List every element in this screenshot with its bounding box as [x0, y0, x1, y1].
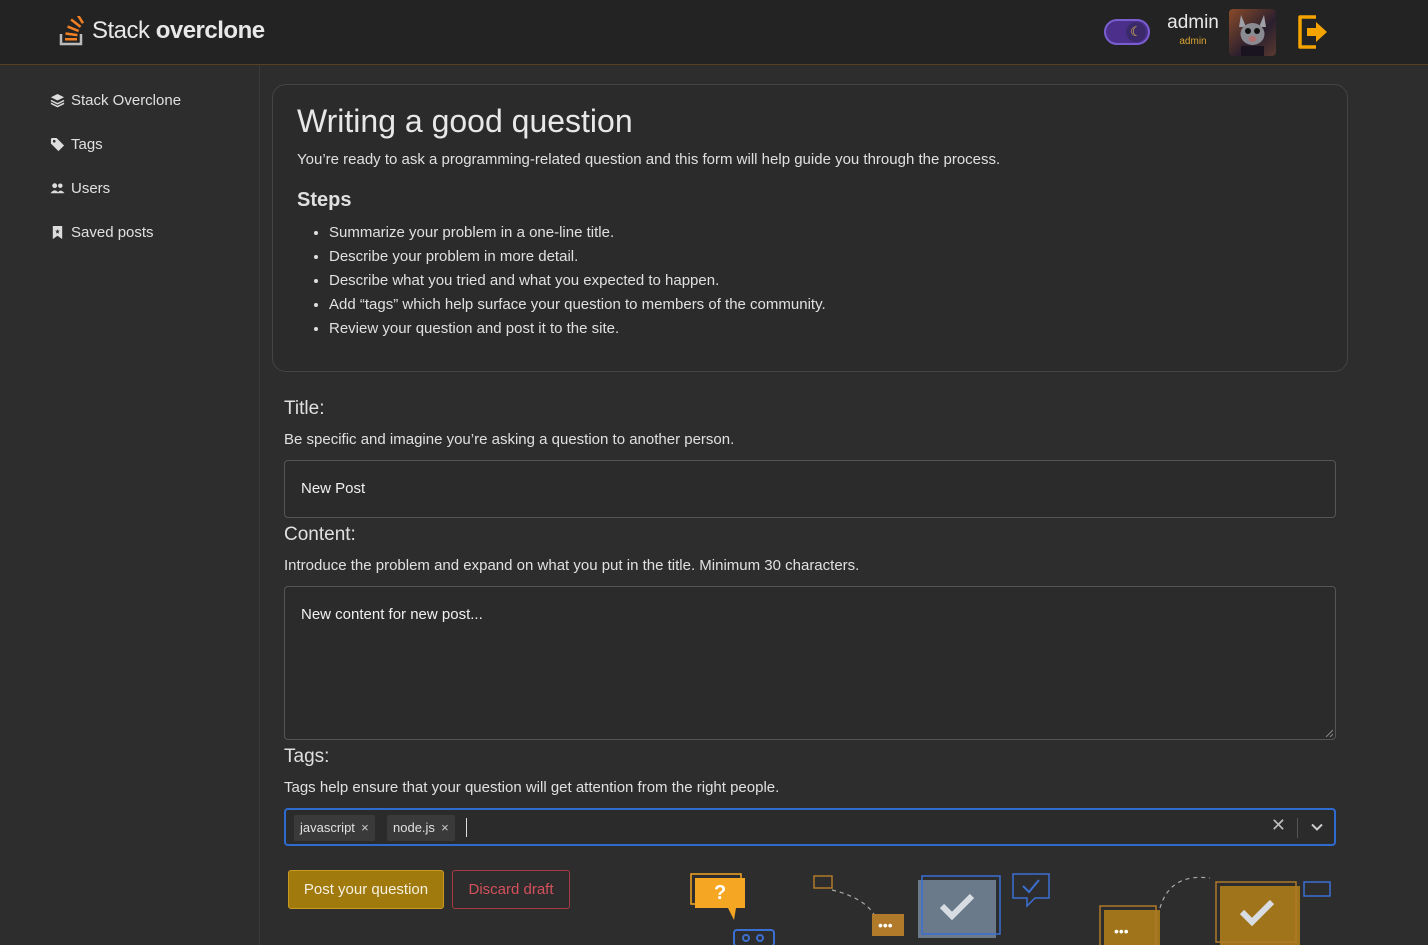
question-bubble-icon: ? [690, 873, 745, 920]
brand-name: Stack overclone [92, 17, 265, 44]
steps-heading: Steps [297, 189, 352, 211]
remove-tag-icon[interactable]: × [355, 815, 375, 841]
question-illustration: ? ••• ••• [690, 873, 1331, 945]
question-guide-card: Writing a good question You’re ready to … [272, 84, 1348, 372]
content-text: New content for new post... [301, 606, 483, 623]
svg-text:•••: ••• [878, 917, 893, 933]
user-role: admin [1179, 36, 1207, 47]
step-item: Add “tags” which help surface your quest… [329, 295, 826, 319]
logout-icon[interactable] [1296, 13, 1330, 51]
sidebar-item-label: Saved posts [71, 224, 154, 241]
top-bar: Stack overclone ☾ admin admin [0, 0, 1428, 65]
sidebar: Stack Overclone Tags Users Saved posts [0, 66, 260, 945]
sidebar-item-label: Users [71, 180, 111, 197]
tags-label: Tags: [284, 746, 330, 767]
sidebar-item-users[interactable]: Users [50, 180, 110, 197]
bookmark-icon [52, 225, 63, 240]
guide-title: Writing a good question [297, 103, 633, 139]
title-label: Title: [284, 398, 325, 419]
sidebar-item-tags[interactable]: Tags [50, 136, 103, 153]
user-info[interactable]: admin admin [1160, 12, 1226, 47]
tag-icon [50, 137, 65, 152]
sidebar-item-label: Tags [71, 136, 103, 153]
stack-logo-icon [59, 16, 85, 46]
content-textarea[interactable]: New content for new post... [284, 586, 1336, 740]
robot-icon [733, 929, 775, 945]
answer-bubbles-icon: ••• [1099, 876, 1331, 945]
tag-chip-nodejs: node.js × [387, 815, 455, 841]
steps-list: Summarize your problem in a one-line tit… [329, 223, 826, 343]
tag-chip-label: javascript [300, 820, 355, 835]
svg-text:•••: ••• [1114, 923, 1129, 939]
content-label: Content: [284, 524, 356, 545]
brand-logo[interactable]: Stack overclone [58, 16, 265, 46]
tag-chip-javascript: javascript × [294, 815, 375, 841]
svg-text:?: ? [714, 882, 726, 904]
guide-intro: You’re ready to ask a programming-relate… [297, 151, 1001, 168]
user-name: admin [1167, 12, 1219, 33]
step-item: Describe what you tried and what you exp… [329, 271, 826, 295]
avatar[interactable] [1229, 9, 1276, 56]
tags-select[interactable]: javascript × node.js × ✕ [284, 808, 1336, 846]
title-hint: Be specific and imagine you’re asking a … [284, 431, 735, 448]
content-hint: Introduce the problem and expand on what… [284, 557, 860, 574]
discard-draft-button[interactable]: Discard draft [452, 870, 570, 909]
step-item: Describe your problem in more detail. [329, 247, 826, 271]
layers-icon [50, 93, 65, 108]
theme-toggle[interactable]: ☾ [1104, 19, 1150, 45]
clear-all-icon[interactable]: ✕ [1271, 815, 1286, 836]
chat-bubble-icon: ••• [813, 875, 904, 936]
step-item: Summarize your problem in a one-line tit… [329, 223, 826, 247]
tags-hint: Tags help ensure that your question will… [284, 779, 780, 796]
divider [1297, 818, 1298, 838]
moon-icon: ☾ [1126, 22, 1146, 42]
post-question-button[interactable]: Post your question [288, 870, 444, 909]
sidebar-item-label: Stack Overclone [71, 92, 182, 109]
sidebar-item-stack-overclone[interactable]: Stack Overclone [50, 92, 181, 109]
chevron-down-icon[interactable] [1310, 820, 1324, 834]
tag-chip-label: node.js [393, 820, 435, 835]
resize-handle-icon[interactable] [1325, 729, 1333, 737]
text-cursor [466, 818, 467, 837]
users-icon [50, 183, 65, 194]
title-input[interactable]: New Post [284, 460, 1336, 518]
checkmark-bubble-icon [918, 873, 1050, 938]
avatar-image [1239, 15, 1266, 56]
sidebar-item-saved-posts[interactable]: Saved posts [50, 224, 154, 241]
step-item: Review your question and post it to the … [329, 319, 826, 343]
remove-tag-icon[interactable]: × [435, 815, 455, 841]
